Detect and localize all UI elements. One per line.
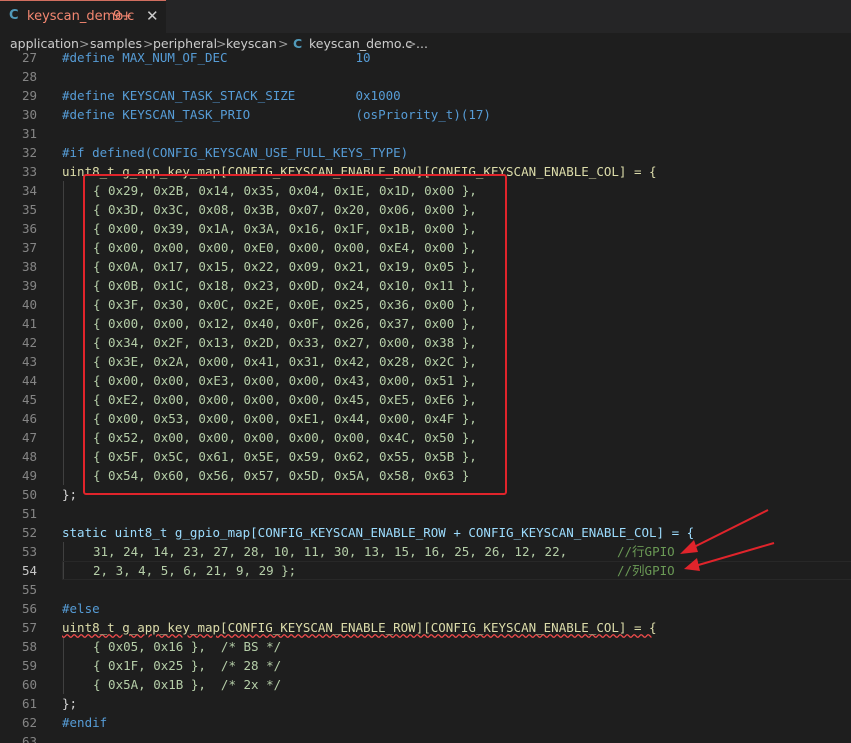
code-comment: //列GPIO <box>617 563 675 578</box>
code-text: 2, 3, 4, 5, 6, 21, 9, 29 }; <box>93 563 297 578</box>
line-number: 62 <box>21 715 37 730</box>
code-line[interactable]: 29 #define KEYSCAN_TASK_STACK_SIZE 0x1000 <box>0 86 851 105</box>
line-number: 61 <box>21 696 37 711</box>
code-line[interactable]: 63 <box>0 732 851 743</box>
highlight-box <box>83 174 507 495</box>
tab-keyscan-demo[interactable]: C keyscan_demo.c 9+ ✕ <box>0 0 166 33</box>
line-number: 41 <box>21 316 37 331</box>
line-number: 53 <box>21 544 37 559</box>
line-number: 32 <box>21 145 37 160</box>
code-line[interactable]: 30 #define KEYSCAN_TASK_PRIO (osPriority_… <box>0 105 851 124</box>
code-line[interactable]: 54 2, 3, 4, 5, 6, 21, 9, 29 }; //列GPIO <box>0 561 851 580</box>
c-file-icon: C <box>9 8 19 23</box>
code-line[interactable]: 58 { 0x05, 0x16 }, /* BS */ <box>0 637 851 656</box>
code-line[interactable]: 27 #define MAX_NUM_OF_DEC 10 <box>0 48 851 67</box>
code-line[interactable]: 57 uint8_t g_app_key_map[CONFIG_KEYSCAN_E… <box>0 618 851 637</box>
line-number: 40 <box>21 297 37 312</box>
line-number: 54 <box>21 563 37 578</box>
code-text: #endif <box>62 715 108 730</box>
line-number: 57 <box>21 620 37 635</box>
code-text: #define MAX_NUM_OF_DEC 10 <box>62 50 371 65</box>
line-number: 56 <box>21 601 37 616</box>
code-line[interactable]: 62 #endif <box>0 713 851 732</box>
line-number: 59 <box>21 658 37 673</box>
line-number: 49 <box>21 468 37 483</box>
code-text: #define KEYSCAN_TASK_STACK_SIZE 0x1000 <box>62 88 401 103</box>
line-number: 28 <box>21 69 37 84</box>
line-number: 37 <box>21 240 37 255</box>
line-number: 36 <box>21 221 37 236</box>
line-number: 50 <box>21 487 37 502</box>
line-number: 29 <box>21 88 37 103</box>
line-number: 58 <box>21 639 37 654</box>
code-line[interactable]: 60 { 0x5A, 0x1B }, /* 2x */ <box>0 675 851 694</box>
line-number: 48 <box>21 449 37 464</box>
code-line[interactable]: 32 #if defined(CONFIG_KEYSCAN_USE_FULL_KE… <box>0 143 851 162</box>
line-number: 34 <box>21 183 37 198</box>
line-number: 30 <box>21 107 37 122</box>
line-number: 46 <box>21 411 37 426</box>
line-number: 31 <box>21 126 37 141</box>
code-text: { 0x5A, 0x1B }, /* 2x */ <box>93 677 282 692</box>
close-icon[interactable]: ✕ <box>146 7 159 25</box>
line-number: 45 <box>21 392 37 407</box>
code-text: { 0x05, 0x16 }, /* BS */ <box>93 639 282 654</box>
code-line[interactable]: 28 <box>0 67 851 86</box>
problems-badge: 9+ <box>113 9 133 24</box>
line-number: 38 <box>21 259 37 274</box>
code-line[interactable]: 31 <box>0 124 851 143</box>
code-text: 31, 24, 14, 23, 27, 28, 10, 11, 30, 13, … <box>93 544 568 559</box>
line-number: 60 <box>21 677 37 692</box>
tab-bar: C keyscan_demo.c 9+ ✕ <box>0 0 851 33</box>
line-number: 63 <box>21 734 37 743</box>
code-line[interactable]: 51 <box>0 504 851 523</box>
line-number: 52 <box>21 525 37 540</box>
line-number: 51 <box>21 506 37 521</box>
line-number: 42 <box>21 335 37 350</box>
code-text: static uint8_t g_gpio_map[CONFIG_KEYSCAN… <box>62 525 695 540</box>
line-number: 39 <box>21 278 37 293</box>
code-line[interactable]: 53 31, 24, 14, 23, 27, 28, 10, 11, 30, 13… <box>0 542 851 561</box>
code-line[interactable]: 59 { 0x1F, 0x25 }, /* 28 */ <box>0 656 851 675</box>
code-text: }; <box>62 696 78 711</box>
line-number: 47 <box>21 430 37 445</box>
line-number: 43 <box>21 354 37 369</box>
code-line[interactable]: 52 static uint8_t g_gpio_map[CONFIG_KEYSC… <box>0 523 851 542</box>
code-comment: //行GPIO <box>617 544 675 559</box>
line-number: 35 <box>21 202 37 217</box>
code-line[interactable]: 56 #else <box>0 599 851 618</box>
code-text: #else <box>62 601 100 616</box>
line-number: 27 <box>21 50 37 65</box>
code-text: #define KEYSCAN_TASK_PRIO (osPriority_t)… <box>62 107 491 122</box>
code-line[interactable]: 55 <box>0 580 851 599</box>
line-number: 33 <box>21 164 37 179</box>
code-text: }; <box>62 487 78 502</box>
line-number: 55 <box>21 582 37 597</box>
line-number: 44 <box>21 373 37 388</box>
code-line[interactable]: 61}; <box>0 694 851 713</box>
code-text: #if defined(CONFIG_KEYSCAN_USE_FULL_KEYS… <box>62 145 409 160</box>
code-text: uint8_t g_app_key_map[CONFIG_KEYSCAN_ENA… <box>62 620 657 635</box>
code-text: { 0x1F, 0x25 }, /* 28 */ <box>93 658 282 673</box>
